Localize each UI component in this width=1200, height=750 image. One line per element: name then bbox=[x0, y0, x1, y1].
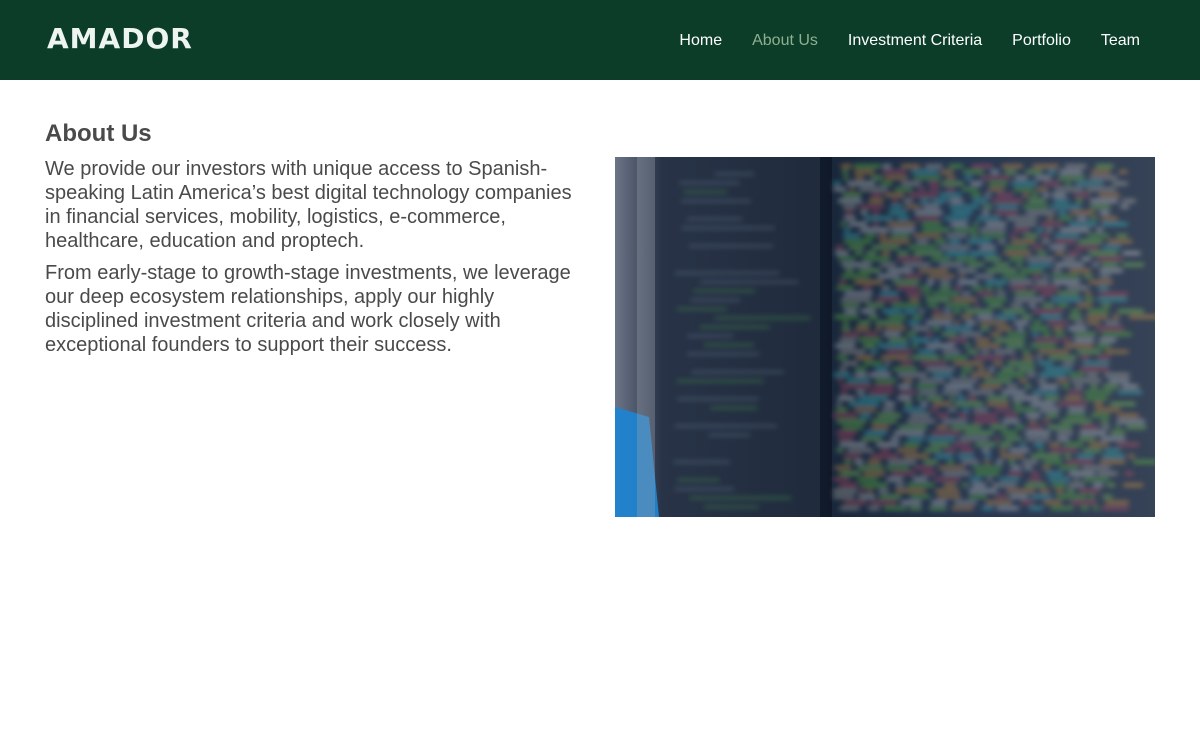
nav-about-us-link[interactable]: About Us bbox=[752, 30, 818, 52]
about-paragraph-1: We provide our investors with unique acc… bbox=[45, 158, 572, 252]
about-copy: We provide our investors with unique acc… bbox=[45, 157, 585, 365]
site-logo[interactable]: AMADOR bbox=[47, 23, 193, 55]
nav-team-link[interactable]: Team bbox=[1101, 30, 1140, 52]
main-nav: Home About Us Investment Criteria Portfo… bbox=[679, 30, 1140, 52]
about-heading: About Us bbox=[45, 120, 152, 147]
site-header: AMADOR Home About Us Investment Criteria… bbox=[0, 0, 1200, 80]
nav-home-link[interactable]: Home bbox=[679, 30, 722, 52]
nav-portfolio-link[interactable]: Portfolio bbox=[1012, 30, 1071, 52]
code-screen-illustration bbox=[615, 157, 1155, 517]
nav-investment-criteria-link[interactable]: Investment Criteria bbox=[848, 30, 982, 52]
about-paragraph-2: From early-stage to growth-stage investm… bbox=[45, 262, 571, 356]
code-screen-image bbox=[615, 157, 1155, 517]
